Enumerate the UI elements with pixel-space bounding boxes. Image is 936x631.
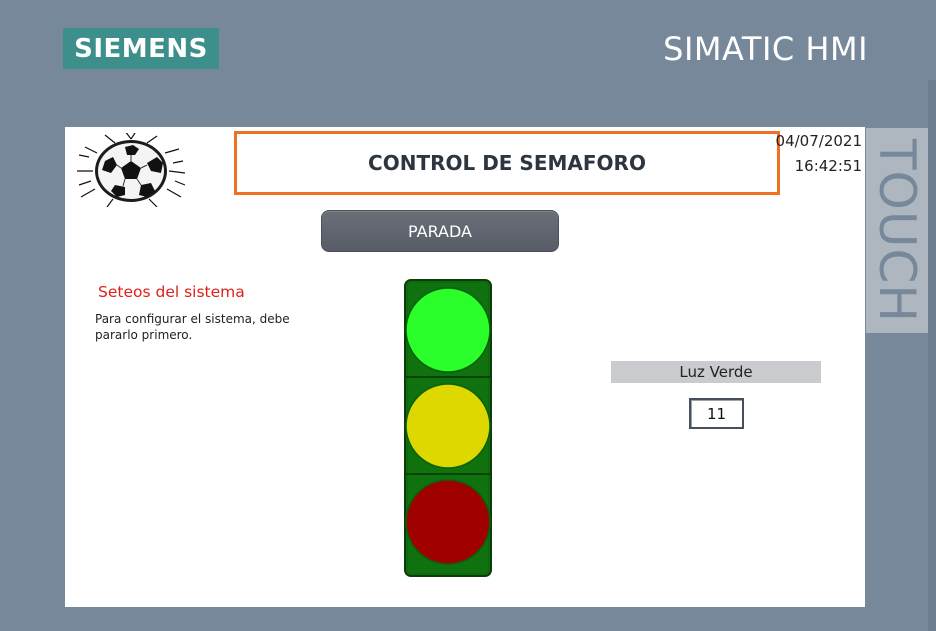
touch-label: TOUCH <box>868 138 927 323</box>
settings-description: Para configurar el sistema, debe pararlo… <box>95 312 290 342</box>
settings-title: Seteos del sistema <box>98 283 245 301</box>
yellow-light <box>405 383 491 469</box>
green-light <box>405 287 491 373</box>
frame-rail <box>928 80 936 631</box>
siemens-logo: SIEMENS <box>63 28 219 69</box>
luz-verde-value-field[interactable]: 11 <box>689 398 744 429</box>
time-display: 16:42:51 <box>794 157 862 175</box>
red-light <box>405 479 491 565</box>
touch-label-wrapper: TOUCH <box>866 128 928 333</box>
page-title: CONTROL DE SEMAFORO <box>368 151 646 175</box>
simatic-hmi-title: SIMATIC HMI <box>663 30 868 68</box>
date-display: 04/07/2021 <box>775 132 862 150</box>
soccer-ball-icon <box>77 133 186 207</box>
hmi-screen: CONTROL DE SEMAFORO 04/07/2021 16:42:51 … <box>65 127 865 607</box>
traffic-light <box>404 279 492 577</box>
stop-button[interactable]: PARADA <box>321 210 559 252</box>
title-box: CONTROL DE SEMAFORO <box>234 131 780 195</box>
luz-verde-label: Luz Verde <box>611 361 821 383</box>
